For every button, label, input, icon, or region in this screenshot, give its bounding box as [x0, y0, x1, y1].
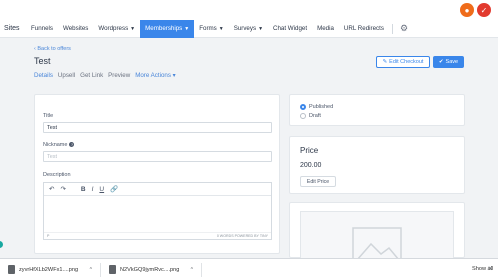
- redo-icon[interactable]: ↷: [60, 185, 65, 193]
- notification-badge[interactable]: ●: [460, 3, 474, 17]
- chat-launcher[interactable]: [0, 241, 3, 248]
- help-icon[interactable]: ?: [69, 142, 75, 148]
- editor-statusbar: P 0 WORDS POWERED BY TINY: [44, 232, 271, 239]
- top-bar: ● ✓: [0, 0, 498, 20]
- nav-brand: Sites: [4, 25, 20, 32]
- draft-label: Draft: [309, 113, 321, 119]
- link-icon[interactable]: 🔗: [110, 185, 118, 193]
- file-icon: [109, 265, 116, 274]
- publish-status-card: Published Draft: [289, 94, 465, 126]
- nickname-label: Nickname?: [43, 142, 75, 148]
- nav-item-memberships[interactable]: Memberships ▼: [140, 19, 195, 38]
- description-label: Description: [43, 172, 71, 178]
- nav-item-chat-widget[interactable]: Chat Widget: [268, 20, 312, 38]
- close-icon[interactable]: ×: [488, 264, 493, 273]
- description-editor[interactable]: ↶ ↷ B I U 🔗 P 0 WORDS POWERED BY TINY: [43, 182, 272, 240]
- download-bar: zyvrHfXLb2WFx1....png ^ N2VkGQ9jymRvc...…: [0, 258, 498, 280]
- file-icon: [8, 265, 15, 274]
- chevron-up-icon[interactable]: ^: [191, 267, 193, 273]
- chevron-down-icon: ▼: [184, 25, 190, 32]
- price-value: 200.00: [300, 162, 322, 169]
- nav-item-wordpress[interactable]: Wordpress ▼: [93, 20, 140, 38]
- nav-item-websites[interactable]: Websites: [58, 20, 93, 38]
- nav-item-forms[interactable]: Forms ▼: [194, 20, 228, 38]
- draft-radio[interactable]: [300, 113, 306, 119]
- title-label: Title: [43, 113, 54, 119]
- editor-word-count: 0 WORDS POWERED BY TINY: [216, 234, 268, 238]
- chevron-down-icon: ▼: [258, 25, 264, 32]
- edit-price-button[interactable]: Edit Price: [300, 176, 336, 187]
- chevron-down-icon: ▼: [130, 25, 136, 32]
- download-item[interactable]: zyvrHfXLb2WFx1....png ^: [0, 259, 100, 280]
- chevron-down-icon: ▼: [218, 25, 224, 32]
- nav-divider: [391, 23, 393, 34]
- tab-more-actions[interactable]: More Actions ▾: [135, 72, 176, 79]
- offer-details-card: Title Test Nickname? Test Description ↶ …: [34, 94, 280, 254]
- editor-toolbar: ↶ ↷ B I U 🔗: [44, 183, 271, 196]
- nav-item-surveys[interactable]: Surveys ▼: [229, 20, 268, 38]
- undo-icon[interactable]: ↶: [49, 185, 54, 193]
- tab-upsell[interactable]: Upsell: [58, 72, 75, 79]
- gear-icon[interactable]: ⚙: [396, 23, 412, 34]
- published-radio[interactable]: [300, 104, 306, 110]
- check-icon: ✔: [438, 59, 444, 65]
- editor-path: P: [47, 234, 50, 238]
- edit-checkout-button[interactable]: ✎ Edit Checkout: [376, 56, 430, 68]
- price-card: Price 200.00 Edit Price: [289, 136, 465, 194]
- tab-preview[interactable]: Preview: [108, 72, 130, 79]
- account-badge[interactable]: ✓: [477, 3, 491, 17]
- tab-get-link[interactable]: Get Link: [80, 72, 103, 79]
- sites-nav: Sites Funnels Websites Wordpress ▼ Member…: [0, 19, 498, 38]
- nickname-input[interactable]: Test: [43, 151, 272, 162]
- page-title: Test: [34, 56, 51, 66]
- edit-icon: ✎: [382, 59, 388, 65]
- italic-icon[interactable]: I: [92, 186, 94, 193]
- tab-details[interactable]: Details: [34, 72, 53, 79]
- image-icon: [352, 227, 402, 265]
- bold-icon[interactable]: B: [81, 186, 86, 193]
- back-to-offers-link[interactable]: ‹ Back to offers: [34, 46, 71, 52]
- download-item[interactable]: N2VkGQ9jymRvc....png ^: [101, 259, 201, 280]
- price-heading: Price: [300, 146, 319, 155]
- save-button[interactable]: ✔ Save: [433, 56, 464, 68]
- nav-item-url-redirects[interactable]: URL Redirects: [339, 20, 389, 38]
- underline-icon[interactable]: U: [99, 186, 104, 193]
- chevron-up-icon[interactable]: ^: [90, 267, 92, 273]
- offer-tabs: Details Upsell Get Link Preview More Act…: [34, 72, 176, 79]
- nav-item-media[interactable]: Media: [312, 20, 339, 38]
- title-input[interactable]: Test: [43, 122, 272, 133]
- image-card: [289, 202, 465, 265]
- image-placeholder[interactable]: [300, 211, 454, 265]
- published-label: Published: [309, 104, 334, 110]
- nav-item-funnels[interactable]: Funnels: [26, 20, 58, 38]
